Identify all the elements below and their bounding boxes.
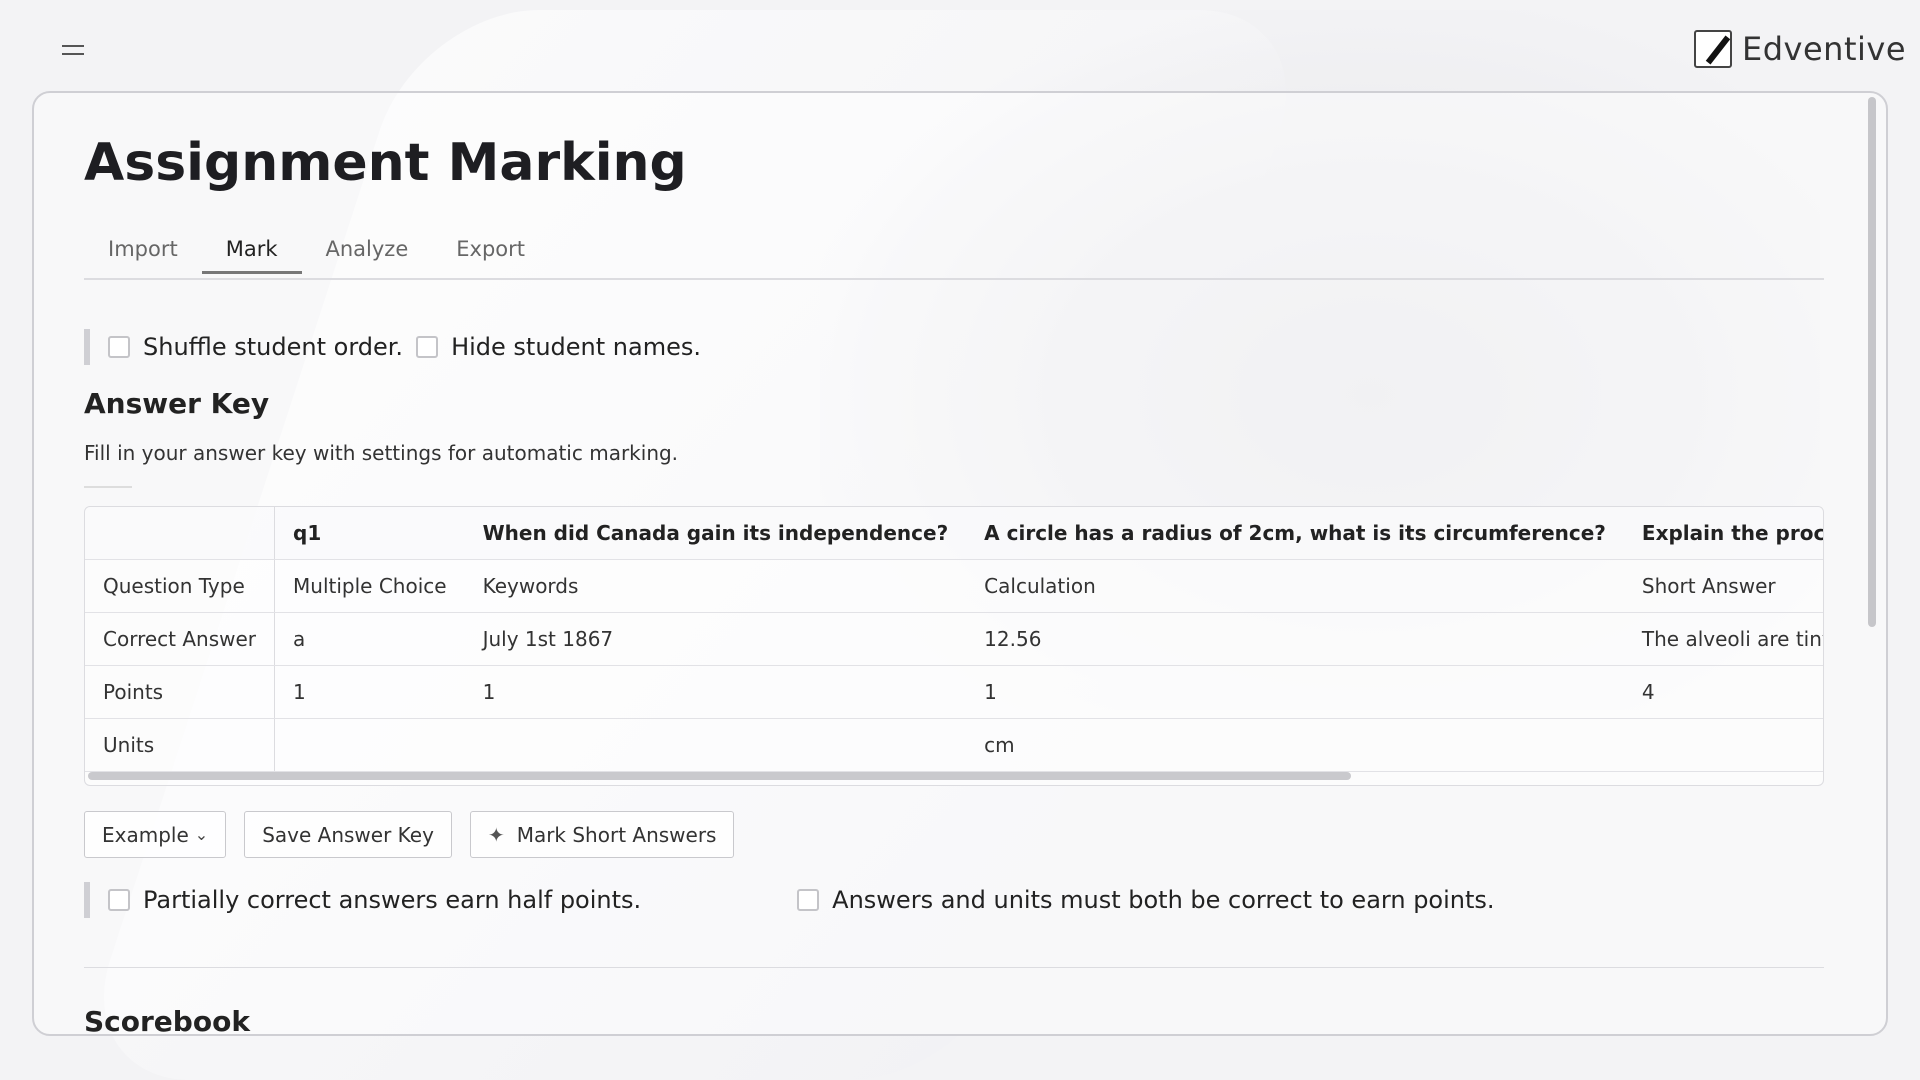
table-row: Points 1 1 1 4 [85, 665, 1823, 719]
partial-points-checkbox[interactable] [108, 889, 130, 911]
scorebook-title: Scorebook [84, 1005, 250, 1036]
row-label: Question Type [85, 559, 276, 613]
shuffle-students-label: Shuffle student order. [143, 333, 404, 361]
column-header[interactable]: When did Canada gain its independence? [464, 507, 967, 560]
horizontal-scrollbar-thumb[interactable] [88, 772, 1351, 780]
table-cell[interactable]: Short Answer [1623, 559, 1823, 613]
table-row: Question Type Multiple Choice Keywords C… [85, 559, 1823, 613]
table-cell[interactable]: Keywords [464, 559, 967, 613]
table-cell[interactable] [1623, 718, 1823, 772]
mark-short-answers-label: Mark Short Answers [516, 822, 717, 847]
tab-import[interactable]: Import [84, 226, 202, 278]
table-cell[interactable]: cm [966, 718, 1624, 772]
mark-short-answers-button[interactable]: ✦ Mark Short Answers [469, 811, 735, 858]
example-dropdown[interactable]: Example ⌄ [84, 811, 227, 858]
student-options: Shuffle student order. Hide student name… [84, 329, 701, 365]
table-cell[interactable]: Calculation [966, 559, 1624, 613]
table-cell[interactable]: a [274, 612, 465, 666]
shuffle-students-checkbox[interactable] [108, 336, 130, 358]
hide-names-checkbox[interactable] [416, 336, 439, 358]
table-cell[interactable] [274, 718, 465, 772]
answer-key-description: Fill in your answer key with settings fo… [84, 441, 679, 465]
pencil-icon [1694, 30, 1732, 68]
vertical-scrollbar[interactable] [1868, 97, 1876, 627]
table-header-row: q1 When did Canada gain its independence… [85, 507, 1823, 560]
column-header[interactable]: Explain the process of gas e [1623, 507, 1823, 560]
brand-name: Edventive [1742, 30, 1906, 68]
column-header[interactable]: A circle has a radius of 2cm, what is it… [966, 507, 1624, 560]
row-label: Units [85, 718, 276, 772]
table-cell[interactable]: Multiple Choice [274, 559, 465, 613]
tab-export[interactable]: Export [432, 226, 549, 278]
menu-icon[interactable] [58, 36, 88, 66]
hide-names-option[interactable]: Hide student names. [416, 333, 701, 361]
units-required-option[interactable]: Answers and units must both be correct t… [797, 886, 1495, 914]
hide-names-label: Hide student names. [451, 333, 701, 361]
units-required-checkbox[interactable] [797, 889, 820, 911]
column-header[interactable]: q1 [274, 507, 465, 560]
partial-points-option[interactable]: Partially correct answers earn half poin… [108, 886, 641, 914]
sparkle-icon: ✦ [487, 822, 505, 847]
partial-points-label: Partially correct answers earn half poin… [143, 886, 642, 914]
table-cell[interactable]: The alveoli are tiny air sacs l [1623, 612, 1823, 666]
main-panel: Assignment Marking Import Mark Analyze E… [32, 91, 1888, 1036]
example-label: Example [102, 822, 189, 847]
tab-analyze[interactable]: Analyze [302, 226, 433, 278]
row-label: Correct Answer [85, 612, 276, 666]
table-cell[interactable]: July 1st 1867 [464, 612, 967, 666]
table-cell[interactable]: 1 [274, 665, 465, 719]
table-cell[interactable]: 12.56 [966, 612, 1624, 666]
tab-bar: Import Mark Analyze Export [84, 226, 1824, 280]
tab-mark[interactable]: Mark [201, 226, 302, 274]
horizontal-scrollbar[interactable] [88, 772, 1820, 782]
section-divider [84, 967, 1824, 968]
divider [84, 486, 132, 488]
table-row: Units cm [85, 718, 1823, 772]
brand-logo: Edventive [1694, 30, 1906, 68]
table-cell[interactable]: 4 [1623, 665, 1823, 719]
corner-cell [85, 507, 276, 560]
answer-key-actions: Example ⌄ Save Answer Key ✦ Mark Short A… [84, 811, 735, 858]
table-cell[interactable]: 1 [464, 665, 967, 719]
marking-options: Partially correct answers earn half poin… [84, 882, 1495, 918]
page-title: Assignment Marking [84, 133, 687, 193]
chevron-down-icon: ⌄ [194, 825, 209, 844]
units-required-label: Answers and units must both be correct t… [832, 886, 1495, 914]
save-answer-key-button[interactable]: Save Answer Key [244, 811, 452, 858]
shuffle-students-option[interactable]: Shuffle student order. [108, 333, 403, 361]
row-label: Points [85, 665, 276, 719]
answer-key-table: q1 When did Canada gain its independence… [84, 506, 1824, 786]
table-row: Correct Answer a July 1st 1867 12.56 The… [85, 612, 1823, 666]
answer-key-title: Answer Key [84, 387, 270, 420]
table-cell[interactable]: 1 [966, 665, 1624, 719]
table-cell[interactable] [464, 718, 967, 772]
